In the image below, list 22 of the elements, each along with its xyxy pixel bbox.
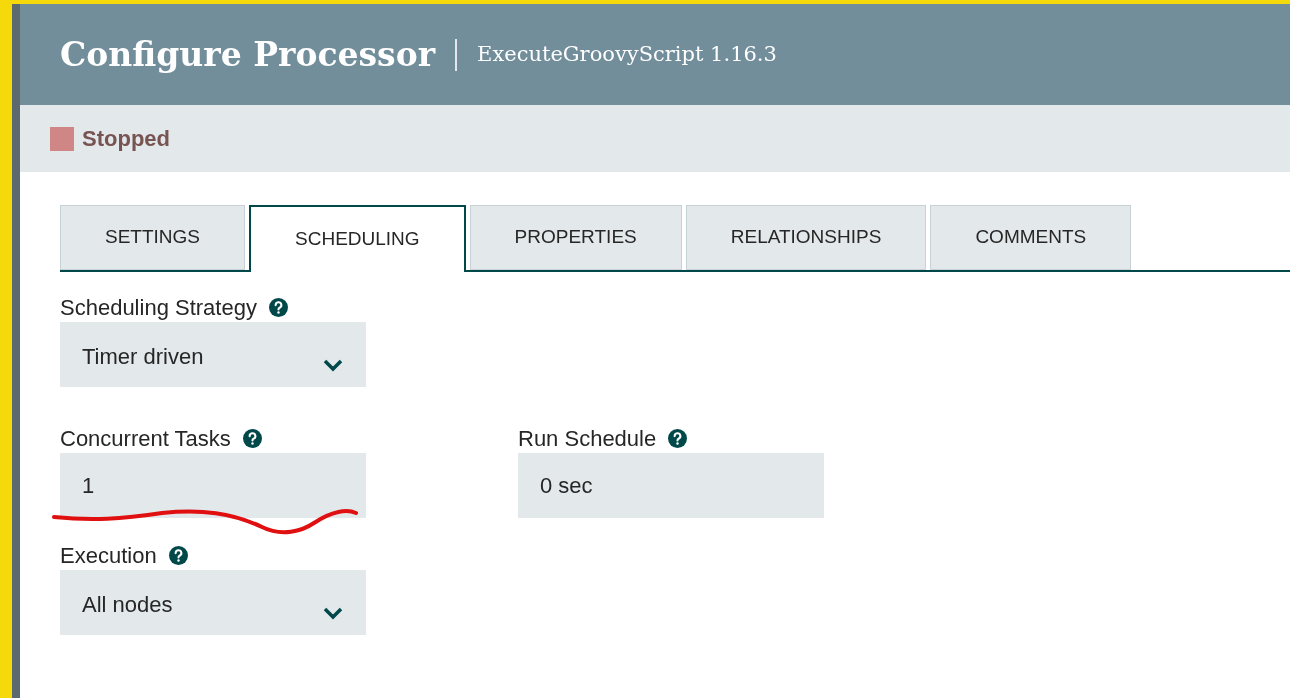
text-field[interactable]: 0 sec xyxy=(518,453,824,518)
select-dropdown[interactable]: All nodes xyxy=(60,570,366,635)
help-icon[interactable] xyxy=(268,297,288,317)
field-label: Execution xyxy=(60,541,157,570)
field-label: Concurrent Tasks xyxy=(60,424,231,453)
dialog-title: Configure Processor xyxy=(60,33,436,76)
status-text: Stopped xyxy=(82,125,170,153)
tab[interactable]: SETTINGS xyxy=(60,205,245,270)
field-label: Scheduling Strategy xyxy=(60,293,257,322)
tab[interactable]: COMMENTS xyxy=(930,205,1132,270)
help-icon[interactable] xyxy=(168,545,188,565)
tab[interactable]: SCHEDULING xyxy=(249,205,466,272)
chevron-down-icon xyxy=(322,358,344,372)
tab[interactable]: RELATIONSHIPS xyxy=(685,205,927,270)
processor-type: ExecuteGroovyScript 1.16.3 xyxy=(477,40,777,68)
text-field[interactable]: 1 xyxy=(60,453,366,518)
help-icon[interactable] xyxy=(668,428,688,448)
chevron-down-icon xyxy=(322,606,344,620)
help-icon[interactable] xyxy=(242,428,262,448)
select-dropdown[interactable]: Timer driven xyxy=(60,322,366,387)
field-label: Run Schedule xyxy=(518,424,657,453)
tab[interactable]: PROPERTIES xyxy=(469,205,682,270)
